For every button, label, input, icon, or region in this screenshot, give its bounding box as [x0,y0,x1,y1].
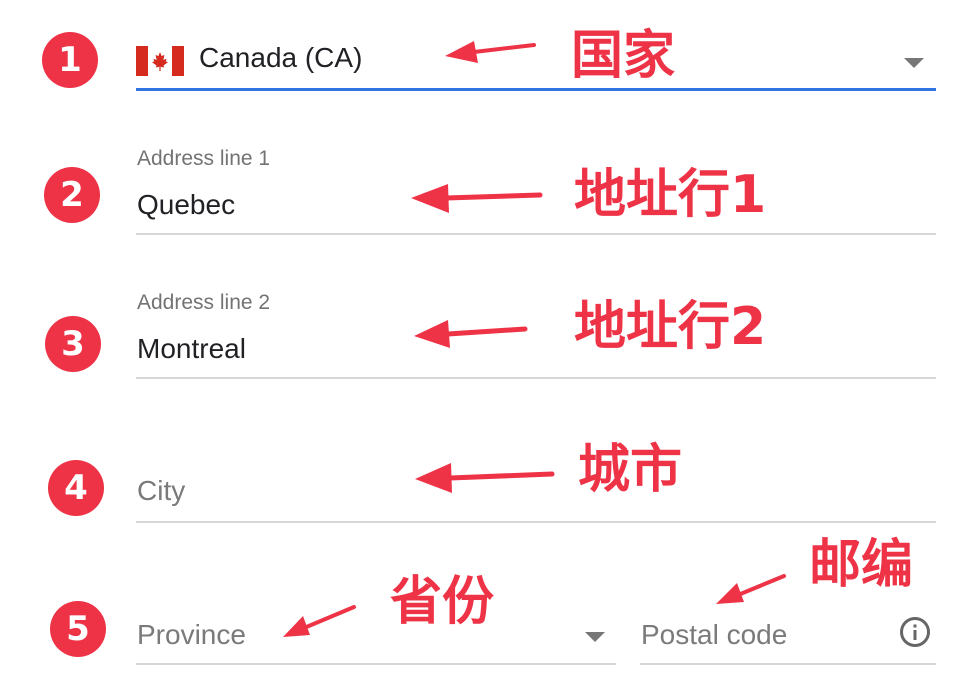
annotation-postal-code: 邮编 [809,535,914,595]
